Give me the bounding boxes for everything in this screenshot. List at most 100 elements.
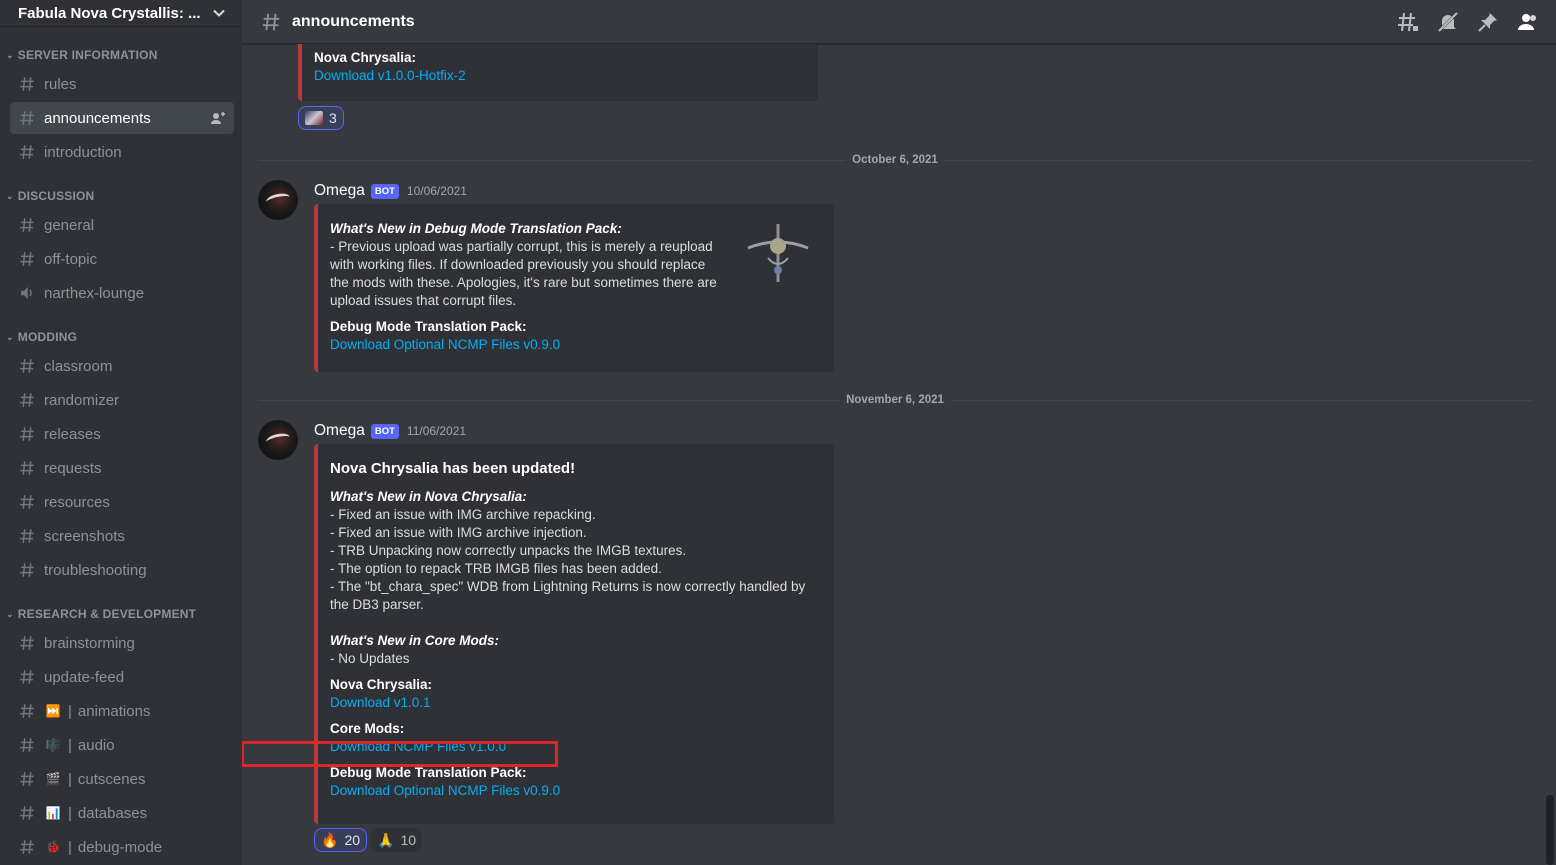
embed: Nova Chrysalia has been updated! What's … — [314, 444, 834, 824]
chevron-down-icon — [213, 9, 225, 17]
scrollbar[interactable] — [1546, 795, 1554, 865]
embed-item: - Fixed an issue with IMG archive repack… — [330, 507, 596, 522]
category-header[interactable]: ⌄ MODDING — [0, 325, 242, 349]
channel-list: ⌄ SERVER INFORMATION rules announcements int… — [0, 27, 242, 865]
download-optional-link[interactable]: Download Optional NCMP Files v0.9.0 — [330, 336, 822, 354]
channel-item[interactable]: 🐞 | debug-mode — [10, 831, 234, 863]
channel-sidebar: Fabula Nova Crystallis: ... ⌄ SERVER INFO… — [0, 0, 242, 865]
channel-item[interactable]: 🎬 | cutscenes — [10, 763, 234, 795]
username[interactable]: Omega — [314, 182, 365, 200]
timestamp: 10/06/2021 — [406, 184, 467, 198]
channel-item[interactable]: update-feed — [10, 661, 234, 693]
channel-item[interactable]: screenshots — [10, 520, 234, 552]
date-divider: October 6, 2021 — [258, 154, 1532, 166]
channel-label: audio — [77, 736, 115, 754]
channel-label: announcements — [44, 109, 151, 127]
reaction-count: 20 — [344, 832, 361, 848]
channel-label: narthex-lounge — [44, 284, 145, 302]
separator: | — [68, 736, 72, 754]
hash-icon — [20, 772, 34, 786]
channel-item[interactable]: introduction — [10, 136, 234, 168]
embed-field-name: Nova Chrysalia: — [330, 677, 433, 692]
channel-emoji-icon: 🎬 — [45, 772, 61, 786]
hash-icon — [20, 461, 34, 475]
channel-label: cutscenes — [77, 770, 146, 788]
category-header[interactable]: ⌄ RESEARCH & DEVELOPMENT — [0, 602, 242, 626]
hash-icon — [20, 704, 34, 718]
channel-label: animations — [77, 702, 151, 720]
channel-item[interactable]: general — [10, 209, 234, 241]
channel-item[interactable]: announcements — [10, 102, 234, 134]
embed-item: - Fixed an issue with IMG archive inject… — [330, 525, 587, 540]
channel-label: brainstorming — [44, 634, 135, 652]
message-1: Omega BOT 10/06/2021 What's New in Debug… — [258, 180, 1158, 372]
server-name: Fabula Nova Crystallis: ... — [18, 4, 201, 22]
embed-item: - No Updates — [330, 651, 410, 666]
invite-icon[interactable] — [210, 110, 226, 126]
hash-icon — [20, 636, 34, 650]
download-hotfix-link[interactable]: Download v1.0.0-Hotfix-2 — [314, 67, 806, 85]
thumbnail-emblem-image[interactable] — [738, 218, 818, 288]
channel-item[interactable]: ⏭️ | animations — [10, 695, 234, 727]
channel-label: requests — [44, 459, 102, 477]
download-v101-link[interactable]: Download v1.0.1 — [330, 694, 822, 712]
channel-item[interactable]: 🎼 | audio — [10, 729, 234, 761]
category-header[interactable]: ⌄ DISCUSSION — [0, 184, 242, 208]
channel-item[interactable]: 📊 | databases — [10, 797, 234, 829]
member-list-icon[interactable] — [1516, 10, 1540, 34]
caret-icon: ⌄ — [6, 331, 14, 342]
hash-icon — [20, 111, 34, 125]
reaction-button[interactable]: 🙏 10 — [371, 828, 423, 852]
channel-item[interactable]: releases — [10, 418, 234, 450]
hash-icon — [20, 393, 34, 407]
server-header[interactable]: Fabula Nova Crystallis: ... — [0, 0, 242, 27]
embed-message-0: Nova Chrysalia: Download v1.0.0-Hotfix-2 — [298, 44, 818, 101]
channel-item[interactable]: requests — [10, 452, 234, 484]
channel-item[interactable]: troubleshooting — [10, 554, 234, 586]
pin-icon[interactable] — [1476, 10, 1500, 34]
embed-field-name: Core Mods: — [330, 721, 405, 736]
channel-item[interactable]: off-topic — [10, 243, 234, 275]
reaction-button[interactable]: 🔥 20 — [314, 828, 368, 852]
hash-icon — [20, 563, 34, 577]
channel-label: troubleshooting — [44, 561, 147, 579]
channel-label: debug-mode — [77, 838, 163, 856]
channel-item[interactable]: randomizer — [10, 384, 234, 416]
avatar[interactable] — [258, 420, 298, 460]
channel-item[interactable]: rules — [10, 68, 234, 100]
username[interactable]: Omega — [314, 422, 365, 440]
channel-title: announcements — [292, 12, 415, 30]
channel-emoji-icon: 🎼 — [45, 738, 61, 752]
reaction-button[interactable]: 3 — [298, 106, 344, 130]
hash-icon — [20, 359, 34, 373]
channel-item[interactable]: narthex-lounge — [10, 277, 234, 309]
channel-item[interactable]: resources — [10, 486, 234, 518]
embed-heading: What's New in Nova Chrysalia: — [330, 489, 527, 504]
mute-notifications-icon[interactable] — [1436, 10, 1460, 34]
hash-icon — [20, 495, 34, 509]
embed: What's New in Debug Mode Translation Pac… — [314, 204, 834, 372]
threads-icon[interactable] — [1396, 10, 1420, 34]
channel-item[interactable]: classroom — [10, 350, 234, 382]
channel-label: screenshots — [44, 527, 125, 545]
download-optional-link[interactable]: Download Optional NCMP Files v0.9.0 — [330, 782, 822, 800]
bot-badge: BOT — [370, 423, 399, 439]
date-divider: November 6, 2021 — [258, 394, 1532, 406]
category-header[interactable]: ⌄ SERVER INFORMATION — [0, 43, 242, 67]
highlight-box — [242, 741, 558, 767]
embed-heading: What's New in Debug Mode Translation Pac… — [330, 221, 622, 236]
avatar[interactable] — [258, 180, 298, 220]
hash-icon — [262, 13, 280, 30]
separator: | — [68, 804, 72, 822]
fire-emoji-icon: 🔥 — [321, 831, 339, 848]
date-divider-label: October 6, 2021 — [846, 154, 944, 166]
channel-label: update-feed — [44, 668, 125, 686]
custom-emoji-icon — [305, 111, 323, 125]
speaker-icon — [21, 287, 32, 299]
date-divider-label: November 6, 2021 — [840, 394, 950, 406]
channel-item[interactable]: brainstorming — [10, 627, 234, 659]
channel-header: announcements — [242, 0, 1556, 44]
channel-label: randomizer — [44, 391, 120, 409]
embed-field-name: Debug Mode Translation Pack: — [330, 319, 527, 334]
reactions: 🔥 20 🙏 10 — [314, 828, 1158, 852]
